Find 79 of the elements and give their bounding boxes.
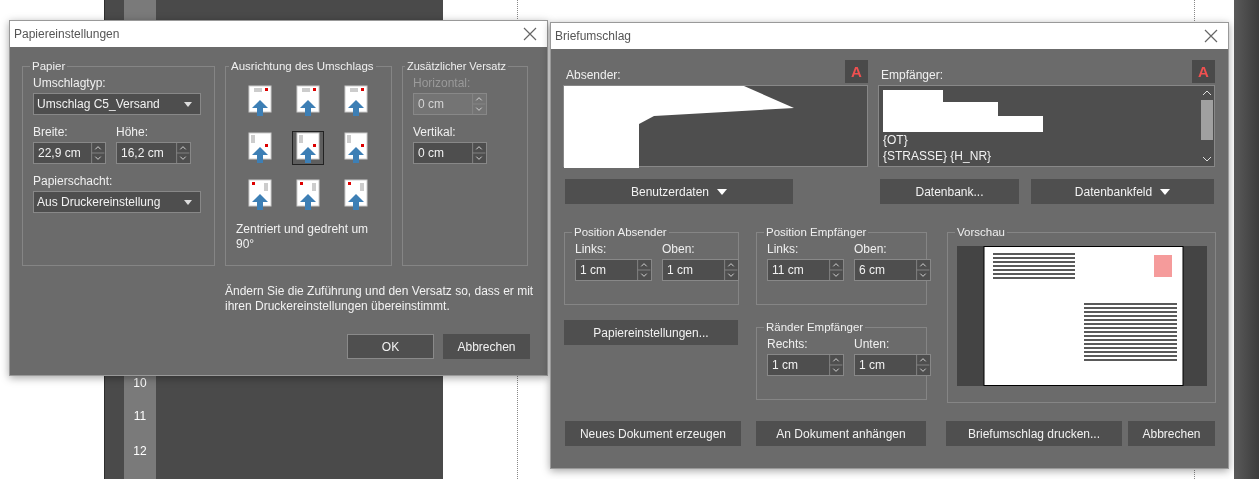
field-label: Oben: xyxy=(854,242,888,256)
button[interactable]: Abbrechen xyxy=(443,334,530,359)
field-label: Umschlagtyp: xyxy=(33,76,107,90)
spin-arrows-icon[interactable] xyxy=(176,143,190,163)
scroll-up-icon[interactable] xyxy=(1202,90,1212,96)
envelope-arrow-icon xyxy=(296,132,320,164)
group-title: Ausrichtung des Umschlags xyxy=(230,60,375,72)
text-line: {OT} xyxy=(883,132,909,148)
group-title: Ränder Empfänger xyxy=(765,321,865,333)
window-title: Briefumschlag xyxy=(555,29,632,43)
button[interactable]: An Dokument anhängen xyxy=(756,421,926,446)
spin-box[interactable]: 11 cm xyxy=(767,259,844,281)
ruler-number: 11 xyxy=(132,410,148,423)
group-title: Position Empfänger xyxy=(765,226,868,238)
spin-arrows-icon[interactable] xyxy=(829,355,843,375)
caret-icon xyxy=(717,188,728,195)
caret-icon xyxy=(184,101,192,107)
group-title: Vorschau xyxy=(956,226,1006,238)
field-label: Oben: xyxy=(662,242,696,256)
button[interactable]: Briefumschlag drucken... xyxy=(946,421,1122,446)
text-area[interactable] xyxy=(563,85,868,167)
button[interactable]: Datenbank... xyxy=(880,179,1019,204)
field-label: Vertikal: xyxy=(413,125,457,139)
orientation-option[interactable] xyxy=(292,131,324,165)
button[interactable]: Abbrechen xyxy=(1128,421,1215,446)
spin-arrows-icon[interactable] xyxy=(916,260,930,280)
caret-icon xyxy=(184,199,192,205)
spin-box[interactable]: 1 cm xyxy=(575,259,652,281)
close-icon[interactable] xyxy=(1204,29,1218,43)
field-label: Breite: xyxy=(33,125,69,139)
envelope-arrow-icon xyxy=(248,179,272,211)
field-label: Empfänger: xyxy=(881,68,944,82)
spin-box[interactable]: 16,2 cm xyxy=(116,142,191,164)
group-title: Position Absender xyxy=(573,226,668,238)
dropdown[interactable]: Aus Druckereinstellung xyxy=(33,191,201,213)
spin-box[interactable]: 1 cm xyxy=(767,354,844,376)
ruler-number: 12 xyxy=(132,445,148,458)
field-label: Links: xyxy=(575,242,608,256)
button[interactable]: Neues Dokument erzeugen xyxy=(565,421,741,446)
button[interactable]: OK xyxy=(347,334,434,359)
envelope-arrow-icon xyxy=(248,132,272,164)
spin-arrows-icon[interactable] xyxy=(916,355,930,375)
menu-button[interactable]: Datenbankfeld xyxy=(1031,179,1214,204)
spin-arrows-icon[interactable] xyxy=(637,260,651,280)
close-icon[interactable] xyxy=(523,27,537,41)
spin-box[interactable]: 1 cm xyxy=(854,354,931,376)
scroll-down-icon[interactable] xyxy=(1202,156,1212,162)
envelope-arrow-icon xyxy=(344,132,368,164)
field-label: Absender: xyxy=(566,68,621,82)
envelope-arrow-icon xyxy=(296,179,320,211)
dropdown[interactable]: Umschlag C5_Versand xyxy=(33,93,201,115)
caret-icon xyxy=(1160,188,1171,195)
field-label: Höhe: xyxy=(116,125,150,139)
field-label: Links: xyxy=(767,242,800,256)
spin-box[interactable]: 1 cm xyxy=(662,259,739,281)
ruler-number: 10 xyxy=(132,377,148,390)
field-label: Rechts: xyxy=(767,337,809,351)
hint-text: Ändern Sie die Zuführung und den Versatz so, dass er mit ihren Druckereinstellungen übereinstimmt. xyxy=(225,284,535,314)
envelope-arrow-icon xyxy=(344,85,368,117)
text-line: {STRASSE} {H_NR} xyxy=(883,148,993,164)
window-title: Papiereinstellungen xyxy=(14,27,120,41)
envelope-arrow-icon xyxy=(344,179,368,211)
spin-box[interactable]: 22,9 cm xyxy=(33,142,106,164)
group-title: Papier xyxy=(31,60,67,72)
spin-box[interactable]: 0 cm xyxy=(413,142,487,164)
field-label: Unten: xyxy=(854,337,891,351)
menu-button[interactable]: Benutzerdaten xyxy=(565,179,793,204)
button[interactable]: Papiereinstellungen... xyxy=(564,320,738,345)
spin-arrows-icon[interactable] xyxy=(91,143,105,163)
spin-box[interactable]: 6 cm xyxy=(854,259,931,281)
orientation-caption: Zentriert und gedreht um 90° xyxy=(236,222,370,252)
text-area[interactable]: {OT} {STRASSE} {H_NR} xyxy=(878,85,1215,167)
envelope-arrow-icon xyxy=(296,85,320,117)
field-label: Papierschacht: xyxy=(33,174,114,188)
spin-arrows-icon[interactable] xyxy=(724,260,738,280)
envelope-arrow-icon xyxy=(248,85,272,117)
group-title: Zusätzlicher Versatz xyxy=(406,60,508,72)
spin-arrows-icon[interactable] xyxy=(472,143,486,163)
spin-arrows-icon[interactable] xyxy=(829,260,843,280)
